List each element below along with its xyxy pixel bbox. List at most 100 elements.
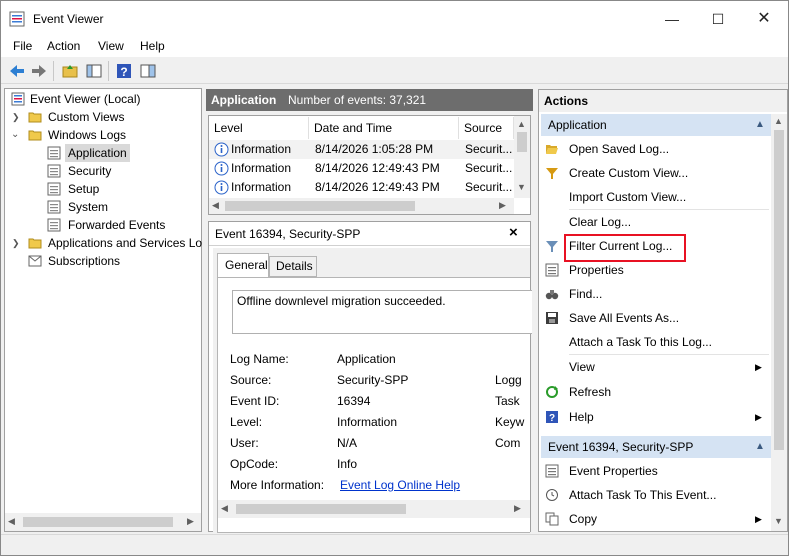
show-action-pane-icon[interactable]: [139, 62, 157, 80]
action-attach-task-to-event[interactable]: Attach Task To This Event...: [539, 483, 769, 507]
table-row[interactable]: Information 8/14/2026 12:49:43 PM Securi…: [209, 159, 514, 178]
collapse-arrow-icon[interactable]: ▲: [755, 114, 765, 136]
scroll-thumb[interactable]: [236, 504, 406, 514]
show-hide-tree-icon[interactable]: [85, 62, 103, 80]
tab-general[interactable]: General: [217, 253, 269, 277]
expand-chevron-icon[interactable]: ❯: [12, 108, 20, 126]
collapse-chevron-icon[interactable]: ⌄: [11, 126, 19, 144]
actions-section-event[interactable]: Event 16394, Security-SPP ▲: [541, 436, 771, 458]
action-find[interactable]: Find...: [539, 282, 769, 306]
svg-text:?: ?: [549, 413, 555, 424]
scroll-left-arrow-icon[interactable]: ◀: [221, 503, 228, 514]
scroll-left-arrow-icon[interactable]: ◀: [8, 516, 15, 527]
help-icon[interactable]: ?: [115, 62, 133, 80]
action-attach-task-to-log[interactable]: Attach a Task To this Log...: [539, 330, 769, 354]
scroll-up-arrow-icon[interactable]: ▲: [517, 119, 526, 129]
back-arrow-icon[interactable]: [8, 62, 26, 80]
actions-title: Actions: [539, 90, 787, 112]
event-date: 8/14/2026 1:05:28 PM: [315, 142, 434, 156]
actions-vertical-scrollbar[interactable]: ▲ ▼: [771, 114, 787, 531]
tree-custom-views-label: Custom Views: [48, 110, 125, 124]
action-help[interactable]: ? Help ▶: [539, 405, 769, 429]
submenu-arrow-icon: ▶: [755, 362, 762, 372]
menu-bar: File Action View Help: [1, 37, 788, 57]
level-label: Level:: [230, 415, 263, 429]
subscriptions-icon: [28, 255, 42, 267]
event-source: Securit...: [465, 180, 513, 194]
folder-up-icon[interactable]: [61, 62, 79, 80]
table-row[interactable]: Information 8/14/2026 12:49:43 PM Securi…: [209, 178, 514, 197]
svg-text:?: ?: [120, 65, 127, 79]
detail-horizontal-scrollbar[interactable]: ◀ ▶: [218, 500, 530, 518]
save-disk-icon: [546, 312, 558, 324]
scroll-right-arrow-icon[interactable]: ▶: [499, 200, 506, 211]
toolbar: ?: [1, 58, 788, 84]
scroll-right-arrow-icon[interactable]: ▶: [187, 516, 194, 527]
binoculars-icon: [545, 290, 559, 300]
action-copy[interactable]: Copy ▶: [539, 507, 769, 531]
scroll-left-arrow-icon[interactable]: ◀: [212, 200, 219, 211]
event-list-vertical-scrollbar[interactable]: ▲ ▼: [514, 116, 530, 198]
collapse-arrow-icon[interactable]: ▲: [755, 436, 765, 458]
column-header-date-time[interactable]: Date and Time: [309, 117, 459, 139]
event-list: Level Date and Time Source Information 8…: [208, 115, 531, 215]
menu-help[interactable]: Help: [140, 39, 165, 53]
folder-open-icon: [28, 130, 42, 141]
event-date: 8/14/2026 12:49:43 PM: [315, 180, 440, 194]
action-import-custom-view[interactable]: Import Custom View...: [539, 185, 769, 209]
scroll-down-arrow-icon[interactable]: ▼: [774, 516, 783, 526]
scroll-down-arrow-icon[interactable]: ▼: [517, 182, 526, 192]
scroll-thumb[interactable]: [517, 132, 527, 152]
column-header-level[interactable]: Level: [209, 117, 309, 139]
minimize-button[interactable]: —: [649, 1, 695, 37]
logged-label: Logg: [495, 373, 522, 387]
expand-chevron-icon[interactable]: ❯: [12, 234, 20, 252]
window-title: Event Viewer: [33, 12, 104, 26]
source-value: Security-SPP: [337, 373, 409, 387]
table-row[interactable]: Information 8/14/2026 1:05:28 PM Securit…: [209, 140, 514, 159]
submenu-arrow-icon: ▶: [755, 412, 762, 422]
log-name-value: Application: [337, 352, 396, 366]
action-clear-log[interactable]: Clear Log...: [539, 210, 769, 234]
event-level: Information: [231, 180, 292, 194]
action-event-properties[interactable]: Event Properties: [539, 459, 769, 483]
event-list-horizontal-scrollbar[interactable]: ◀ ▶: [209, 198, 514, 214]
tree-windows-logs-label: Windows Logs: [48, 128, 127, 142]
refresh-icon: [546, 386, 558, 398]
forward-arrow-icon[interactable]: [30, 62, 48, 80]
log-icon: [47, 182, 61, 196]
level-value: Information: [337, 415, 398, 429]
action-create-custom-view[interactable]: Create Custom View...: [539, 161, 769, 185]
menu-action[interactable]: Action: [47, 39, 80, 53]
tree-horizontal-scrollbar[interactable]: ◀ ▶: [5, 513, 201, 531]
action-refresh[interactable]: Refresh: [539, 380, 769, 404]
event-id-value: 16394: [337, 394, 371, 408]
tab-details[interactable]: Details: [269, 256, 317, 277]
menu-file[interactable]: File: [13, 39, 32, 53]
information-icon: [214, 180, 229, 195]
action-save-all-events[interactable]: Save All Events As...: [539, 306, 769, 330]
detail-close-icon[interactable]: ×: [509, 224, 518, 241]
close-button[interactable]: ✕: [741, 1, 787, 37]
detail-body: General Details Offline downlevel migrat…: [213, 248, 532, 533]
open-folder-icon: [546, 145, 558, 154]
event-source: Securit...: [465, 142, 513, 156]
scroll-right-arrow-icon[interactable]: ▶: [514, 503, 521, 514]
log-icon: [47, 146, 61, 160]
scroll-up-arrow-icon[interactable]: ▲: [774, 116, 783, 126]
action-properties[interactable]: Properties: [539, 258, 769, 282]
actions-section-application[interactable]: Application ▲: [541, 114, 771, 136]
action-open-saved-log[interactable]: Open Saved Log...: [539, 137, 769, 161]
action-view[interactable]: View ▶: [539, 355, 769, 379]
event-log-online-help-link[interactable]: Event Log Online Help: [340, 478, 460, 492]
column-header-source[interactable]: Source: [459, 117, 514, 139]
actions-section-application-label: Application: [548, 118, 607, 132]
title-bar: Event Viewer — ☐ ✕: [1, 1, 788, 37]
menu-view[interactable]: View: [98, 39, 124, 53]
computer-label: Com: [495, 436, 521, 450]
scroll-thumb[interactable]: [774, 130, 784, 450]
scroll-thumb[interactable]: [225, 201, 415, 211]
scroll-thumb[interactable]: [23, 517, 173, 527]
maximize-button[interactable]: ☐: [695, 1, 741, 37]
event-message-box[interactable]: Offline downlevel migration succeeded.: [232, 290, 532, 334]
